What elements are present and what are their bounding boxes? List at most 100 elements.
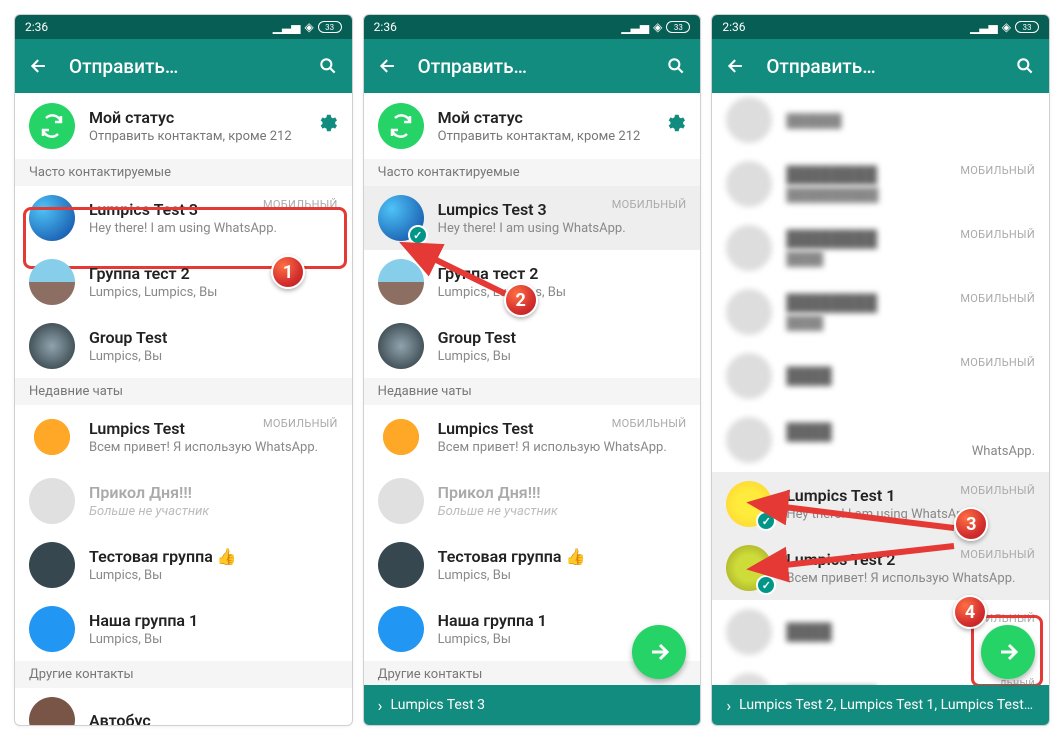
section-recent: Недавние чаты	[15, 378, 352, 405]
header-title: Отправить…	[766, 55, 995, 78]
contact-group-test[interactable]: Group Test Lumpics, Вы	[15, 314, 352, 378]
header-title: Отправить…	[69, 55, 298, 78]
avatar	[378, 414, 424, 460]
contact-blurred[interactable]: ██████████████████ МОБИЛЬНЫЙ	[712, 152, 1049, 216]
my-status-row[interactable]: Мой статус Отправить контактам, кроме 21…	[364, 93, 701, 159]
contact-status: Lumpics, Вы	[438, 568, 687, 583]
section-frequent: Часто контактируемые	[364, 159, 701, 186]
avatar	[726, 353, 772, 399]
battery-icon: 33	[666, 21, 690, 33]
avatar	[378, 478, 424, 524]
search-icon[interactable]	[1013, 54, 1037, 78]
status-refresh-icon	[29, 103, 75, 149]
contact-status: Lumpics, Вы	[89, 568, 338, 583]
avatar	[378, 606, 424, 652]
header-title: Отправить…	[418, 55, 647, 78]
my-status-sub: Отправить контактам, кроме 212	[438, 129, 651, 144]
wifi-icon: ◈	[1002, 20, 1011, 34]
avatar	[29, 697, 75, 725]
contact-name: Наша группа 1	[89, 611, 338, 630]
contact-blurred[interactable]: ████████████ МОБИЛЬНЫЙ	[712, 216, 1049, 280]
contact-lumpics-test-3-selected[interactable]: ✓ Lumpics Test 3 Hey there! I am using W…	[364, 186, 701, 250]
gear-icon[interactable]	[664, 112, 686, 140]
phone-screenshot-1: 2:36 ▁▃▅ ◈ 33 Отправить… Мой статус Отпр…	[14, 14, 353, 726]
avatar: ✓	[378, 195, 424, 241]
contact-lumpics-test-3[interactable]: Lumpics Test 3 Hey there! I am using Wha…	[15, 186, 352, 250]
contact-autobus[interactable]: Автобус	[15, 688, 352, 725]
signal-icon: ▁▃▅	[621, 20, 649, 34]
send-fab[interactable]	[981, 625, 1035, 679]
phone1-body: Мой статус Отправить контактам, кроме 21…	[15, 93, 352, 725]
contact-blurred[interactable]: ████████████ МОБИЛЬНЫЙ	[712, 280, 1049, 344]
status-time: 2:36	[374, 20, 397, 34]
blurred-text: ████	[786, 422, 1035, 442]
status-refresh-icon	[378, 103, 424, 149]
tag-mobile: МОБИЛЬНЫЙ	[960, 292, 1035, 305]
gear-icon[interactable]	[316, 112, 338, 140]
blurred-text: ██████████	[786, 187, 1035, 203]
check-badge-icon: ✓	[408, 225, 428, 245]
contact-status: Lumpics, Lumpics, Вы	[89, 285, 338, 300]
search-icon[interactable]	[316, 54, 340, 78]
section-other: Другие контакты	[15, 661, 352, 688]
avatar	[726, 609, 772, 655]
red-arrow-3a	[764, 488, 964, 548]
blurred-text: ████	[786, 366, 1035, 386]
status-time: 2:36	[25, 20, 48, 34]
contact-our-group-1[interactable]: Наша группа 1 Lumpics, Вы	[15, 597, 352, 661]
blurred-text: ████	[786, 251, 1035, 267]
tag-mobile: МОБИЛЬНЫЙ	[263, 198, 338, 211]
back-icon[interactable]	[376, 54, 400, 78]
avatar	[29, 195, 75, 241]
tag-mobile: МОБИЛЬНЫЙ	[960, 356, 1035, 369]
back-icon[interactable]	[27, 54, 51, 78]
contact-blurred[interactable]: ████ МОБИЛЬНЫЙ	[712, 344, 1049, 408]
contact-status: Hey there! I am using WhatsApp.	[89, 221, 338, 236]
avatar	[726, 97, 772, 143]
contact-prikol[interactable]: Прикол Дня!!! Больше не участник	[15, 469, 352, 533]
contact-status: Hey there! I am using WhatsApp.	[438, 221, 687, 236]
contact-name: Тестовая группа 👍	[89, 547, 338, 566]
contact-group-test[interactable]: Group Test Lumpics, Вы	[364, 314, 701, 378]
step-marker-4: 4	[953, 595, 987, 629]
contact-status: Lumpics, Вы	[438, 349, 687, 364]
step-marker-2: 2	[504, 283, 538, 317]
back-icon[interactable]	[724, 54, 748, 78]
contact-lumpics-test[interactable]: Lumpics Test Всем привет! Я использую Wh…	[15, 405, 352, 469]
phone3-body: ██████ ██████████████████ МОБИЛЬНЫЙ ████…	[712, 93, 1049, 725]
wifi-icon: ◈	[304, 20, 313, 34]
tag-mobile: МОБИЛЬНЫЙ	[960, 548, 1035, 561]
avatar	[29, 478, 75, 524]
chevron-right-icon: ›	[726, 696, 731, 715]
footer-text: Lumpics Test 2, Lumpics Test 1, Lumpics …	[739, 697, 1035, 713]
avatar	[29, 414, 75, 460]
contact-test-group[interactable]: Тестовая группа 👍 Lumpics, Вы	[364, 533, 701, 597]
contact-name: Прикол Дня!!!	[438, 483, 687, 502]
contact-status: Больше не участник	[89, 504, 338, 519]
tag-mobile: МОБИЛЬНЫЙ	[612, 198, 687, 211]
search-icon[interactable]	[664, 54, 688, 78]
section-recent: Недавние чаты	[364, 378, 701, 405]
avatar	[726, 417, 772, 463]
phone-screenshot-3: 2:36 ▁▃▅ ◈ 33 Отправить… ██████ ████████…	[711, 14, 1050, 726]
contact-prikol[interactable]: Прикол Дня!!! Больше не участник	[364, 469, 701, 533]
tag-mobile: МОБИЛЬНЫЙ	[263, 417, 338, 430]
send-fab[interactable]	[632, 625, 686, 679]
status-right: ▁▃▅ ◈ 33	[970, 20, 1039, 34]
avatar	[378, 542, 424, 588]
avatar	[29, 542, 75, 588]
status-bar: 2:36 ▁▃▅ ◈ 33	[364, 15, 701, 39]
my-status-row[interactable]: Мой статус Отправить контактам, кроме 21…	[15, 93, 352, 159]
contact-test-group[interactable]: Тестовая группа 👍 Lumpics, Вы	[15, 533, 352, 597]
contact-status: Lumpics, Вы	[89, 632, 338, 647]
avatar	[726, 289, 772, 335]
avatar	[726, 225, 772, 271]
phone2-body: Мой статус Отправить контактам, кроме 21…	[364, 93, 701, 725]
section-frequent: Часто контактируемые	[15, 159, 352, 186]
contact-blurred[interactable]: ██████	[712, 93, 1049, 152]
status-time: 2:36	[722, 20, 745, 34]
contact-lumpics-test[interactable]: Lumpics Test Всем привет! Я использую Wh…	[364, 405, 701, 469]
contact-status: Больше не участник	[438, 504, 687, 519]
contact-blurred[interactable]: ████WhatsApp.	[712, 408, 1049, 472]
red-arrow-3b	[764, 541, 964, 591]
